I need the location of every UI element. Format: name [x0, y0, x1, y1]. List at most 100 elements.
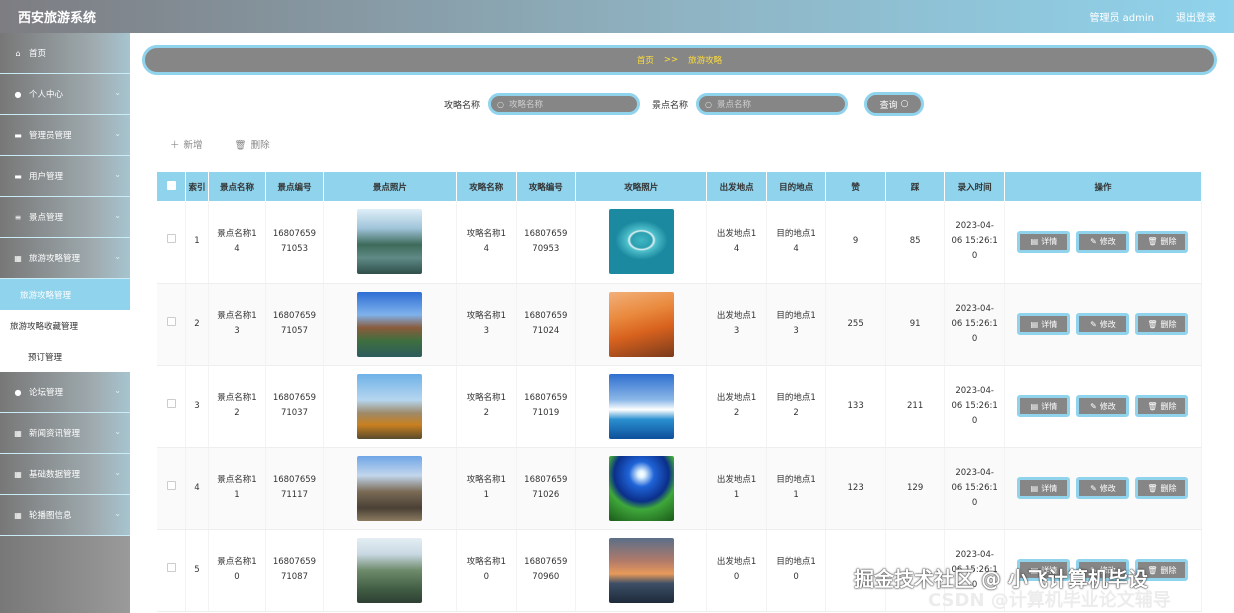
sidebar-item[interactable]: ▦ 新闻资讯管理 ⌄ — [0, 413, 130, 454]
scenic-name-input[interactable]: ○ 景点名称 — [696, 93, 849, 115]
scenic-photo-cell — [323, 283, 458, 366]
operations-cell: ▤ 详情 ✎ 修改 🗑 删除 — [1004, 201, 1203, 284]
checkbox[interactable] — [166, 316, 176, 326]
delete-button[interactable]: 🗑 删除 — [1135, 477, 1189, 499]
dislikes-cell: 91 — [885, 283, 946, 366]
guide-number-cell: 16807659 70960 — [516, 529, 577, 612]
toolbar: ＋新增 🗑 删除 — [170, 137, 270, 151]
guide-photo-cell — [575, 365, 708, 448]
edit-button[interactable]: ✎ 修改 — [1076, 230, 1130, 253]
delete-button[interactable]: 🗑 删除 — [1135, 395, 1189, 417]
index-cell: 5 — [185, 529, 209, 612]
sidebar-item[interactable]: ▦ 旅游攻略管理 ⌄ — [0, 238, 130, 279]
departure-cell: 出发地点1 3 — [706, 283, 767, 366]
checkbox[interactable] — [166, 562, 176, 572]
sidebar-item[interactable]: ⌂ 首页 — [0, 33, 130, 74]
bulb-icon: ● — [14, 387, 22, 397]
guide-number-cell: 16807659 71024 — [516, 283, 577, 366]
index-cell: 2 — [185, 283, 209, 366]
batch-delete-button[interactable]: 🗑 删除 — [235, 137, 270, 151]
scenic-photo-cell — [323, 447, 458, 530]
likes-cell: 133 — [825, 365, 886, 448]
edit-button[interactable]: ✎ 修改 — [1076, 313, 1130, 335]
sidebar-item[interactable]: ▬ 用户管理 ⌄ — [0, 156, 130, 197]
sidebar-subitem[interactable]: 预订管理 — [0, 341, 130, 372]
checkbox[interactable] — [166, 234, 176, 244]
checkbox[interactable] — [166, 480, 176, 490]
grid-icon: ▦ — [14, 253, 22, 263]
pencil-icon: ✎ — [1090, 483, 1097, 493]
delete-button[interactable]: 🗑 删除 — [1135, 230, 1189, 253]
scenic-number-cell: 16807659 71053 — [265, 201, 324, 284]
detail-button[interactable]: ▤ 详情 — [1017, 230, 1071, 253]
sidebar-item[interactable]: ≡ 景点管理 ⌄ — [0, 197, 130, 238]
pencil-icon: ✎ — [1090, 237, 1097, 247]
guide-photo-cell — [575, 283, 708, 366]
sidebar-item[interactable]: ● 论坛管理 ⌄ — [0, 372, 130, 413]
row-checkbox-cell — [157, 201, 187, 284]
query-button[interactable]: 查询 ○ — [864, 92, 925, 116]
guide-photo[interactable] — [608, 291, 674, 357]
scenic-number-cell: 16807659 71057 — [265, 283, 324, 366]
scenic-name-label: 景点名称 — [652, 100, 689, 111]
guide-photo[interactable] — [608, 455, 674, 521]
main-content: 首页 >> 旅游攻略 攻略名称 ○ 攻略名称 景点名称 ○ 景点名称 查询 ○ ＋新增… — [130, 33, 1234, 613]
delete-button[interactable]: 🗑 删除 — [1135, 313, 1189, 335]
scenic-photo[interactable] — [357, 455, 423, 521]
column-header: 操作 — [1004, 172, 1203, 201]
add-button[interactable]: ＋新增 — [170, 137, 203, 151]
logout-link[interactable]: 退出登录 — [1176, 9, 1216, 24]
chevron-down-icon: ⌄ — [114, 509, 121, 518]
sidebar-subitem[interactable]: 旅游攻略收藏管理 — [0, 310, 130, 341]
breadcrumb-home[interactable]: 首页 — [637, 54, 654, 66]
scenic-photo[interactable] — [357, 209, 423, 275]
sidebar-item[interactable]: ▦ 基础数据管理 ⌄ — [0, 454, 130, 495]
sidebar-subitem[interactable]: 旅游攻略管理 — [0, 279, 130, 310]
scenic-photo[interactable] — [357, 373, 423, 439]
time-cell: 2023-04- 06 15:26:1 0 — [944, 447, 1005, 530]
edit-button[interactable]: ✎ 修改 — [1076, 395, 1130, 417]
breadcrumb-separator: >> — [663, 55, 679, 65]
checkbox[interactable] — [166, 398, 176, 408]
sidebar-item[interactable]: ● 个人中心 ⌄ — [0, 74, 130, 115]
sidebar-item[interactable]: ▦ 轮播图信息 ⌄ — [0, 495, 130, 536]
chevron-down-icon: ⌄ — [114, 170, 121, 179]
column-header: 景点照片 — [323, 172, 458, 201]
doc-icon: ▤ — [1030, 401, 1039, 411]
edit-button[interactable]: ✎ 修改 — [1076, 477, 1130, 499]
guide-number-cell: 16807659 71026 — [516, 447, 577, 530]
guide-number-cell: 16807659 71019 — [516, 365, 577, 448]
sidebar-item-label: 首页 — [29, 49, 47, 59]
sidebar-item-label: 新闻资讯管理 — [29, 429, 81, 439]
index-cell: 1 — [185, 201, 209, 284]
scenic-photo[interactable] — [357, 537, 423, 603]
destination-cell: 目的地点1 2 — [766, 365, 827, 448]
guide-photo[interactable] — [608, 209, 674, 275]
sidebar-item[interactable]: ▬ 管理员管理 ⌄ — [0, 115, 130, 156]
guide-name-input[interactable]: ○ 攻略名称 — [488, 93, 640, 115]
scenic-photo[interactable] — [357, 291, 423, 357]
user-label[interactable]: 管理员 admin — [1089, 9, 1154, 24]
row-checkbox-cell — [157, 365, 187, 448]
column-header: 攻略照片 — [575, 172, 708, 201]
select-all-checkbox[interactable] — [157, 172, 187, 201]
detail-button[interactable]: ▤ 详情 — [1017, 395, 1071, 417]
chevron-down-icon: ⌄ — [114, 427, 121, 436]
grid-icon: ▦ — [14, 428, 22, 438]
checkbox[interactable] — [166, 180, 176, 190]
data-table: 索引 景点名称 景点编号 景点照片 攻略名称 攻略编号 攻略照片 出发地点 目的地点赞踩录入时间… — [157, 172, 1203, 612]
guide-photo[interactable] — [608, 537, 674, 603]
detail-button[interactable]: ▤ 详情 — [1017, 477, 1071, 499]
table-row: 3 景点名称1 2 16807659 71037 攻略名称1 2 16807659 71… — [157, 365, 1203, 448]
guide-photo-cell — [575, 201, 708, 284]
row-checkbox-cell — [157, 529, 187, 612]
guide-photo[interactable] — [608, 373, 674, 439]
top-bar: 西安旅游系统 管理员 admin 退出登录 — [0, 0, 1234, 33]
sidebar: ⌂ 首页 ● 个人中心 ⌄ ▬ 管理员管理 ⌄ ▬ 用户管理 ⌄ ≡ 景点管理 ⌄ ▦ 旅游攻略管理 ⌄ 旅游攻略… — [0, 33, 130, 613]
search-icon: ○ — [900, 99, 909, 109]
detail-button[interactable]: ▤ 详情 — [1017, 313, 1071, 335]
column-header: 录入时间 — [944, 172, 1005, 201]
guide-name-cell: 攻略名称1 4 — [456, 201, 517, 284]
row-checkbox-cell — [157, 447, 187, 530]
breadcrumb: 首页 >> 旅游攻略 — [142, 45, 1217, 75]
